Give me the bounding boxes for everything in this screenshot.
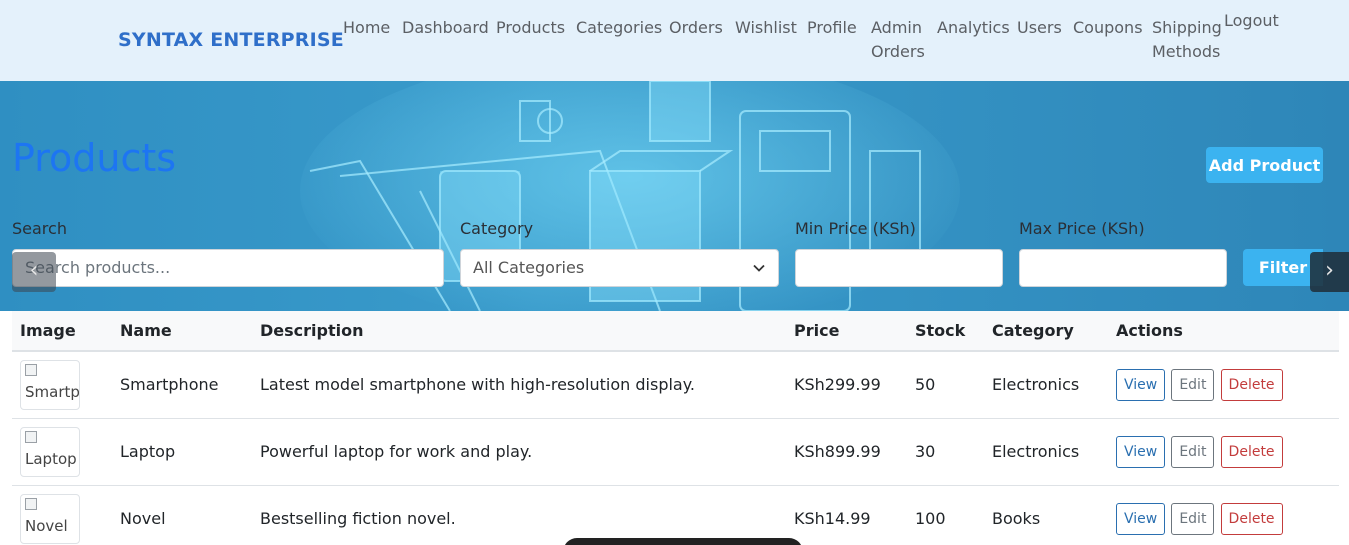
- column-header-stock: Stock: [907, 311, 984, 352]
- nav-admin-orders-line2[interactable]: Orders: [871, 40, 925, 64]
- column-header-description: Description: [252, 311, 786, 352]
- product-actions: View Edit Delete: [1108, 418, 1339, 486]
- category-select[interactable]: All Categories: [460, 249, 779, 287]
- nav-shipping-methods-line1[interactable]: Shipping: [1152, 16, 1222, 40]
- max-price-input[interactable]: [1019, 249, 1227, 287]
- nav-admin-orders-line1[interactable]: Admin: [871, 16, 922, 40]
- broken-image-icon: [25, 497, 37, 510]
- product-price: KSh899.99: [786, 418, 907, 486]
- navbar: SYNTAX ENTERPRISE Home Dashboard Product…: [0, 0, 1349, 81]
- category-label: Category: [460, 219, 534, 238]
- nav-wishlist[interactable]: Wishlist: [735, 16, 797, 40]
- column-header-actions: Actions: [1108, 311, 1339, 352]
- nav-logout[interactable]: Logout: [1224, 9, 1279, 33]
- nav-orders[interactable]: Orders: [669, 16, 723, 40]
- chevron-down-icon: [753, 264, 765, 272]
- product-image: Laptop: [20, 426, 80, 477]
- column-header-image: Image: [12, 311, 112, 352]
- hero-banner: Products Add Product Search Category Min…: [0, 81, 1349, 311]
- nav-products[interactable]: Products: [496, 16, 565, 40]
- nav-profile[interactable]: Profile: [807, 16, 857, 40]
- nav-coupons[interactable]: Coupons: [1073, 16, 1143, 40]
- products-table: Image Name Description Price Stock Categ…: [12, 311, 1339, 545]
- product-name: Smartphone: [112, 351, 252, 419]
- min-price-input[interactable]: [795, 249, 1003, 287]
- product-actions: View Edit Delete: [1108, 485, 1339, 545]
- product-image: Smartphone: [20, 359, 80, 410]
- delete-button[interactable]: Delete: [1220, 435, 1283, 468]
- edit-button[interactable]: Edit: [1171, 502, 1215, 535]
- products-table-container: Image Name Description Price Stock Categ…: [12, 311, 1339, 545]
- max-price-label: Max Price (KSh): [1019, 219, 1145, 238]
- product-name: Novel: [112, 485, 252, 545]
- add-product-button[interactable]: Add Product: [1206, 147, 1323, 183]
- nav-shipping-methods-line2[interactable]: Methods: [1152, 40, 1220, 64]
- product-category: Electronics: [984, 351, 1108, 419]
- broken-image-icon: [25, 430, 37, 443]
- floating-bar: [563, 538, 803, 545]
- product-image-alt: Novel: [25, 516, 68, 535]
- table-header-row: Image Name Description Price Stock Categ…: [12, 311, 1339, 352]
- product-name: Laptop: [112, 418, 252, 486]
- nav-home[interactable]: Home: [343, 16, 390, 40]
- product-category: Electronics: [984, 418, 1108, 486]
- product-price: KSh14.99: [786, 485, 907, 545]
- product-image-alt: Smartphone: [25, 382, 80, 401]
- edit-button[interactable]: Edit: [1171, 368, 1215, 401]
- page-title: Products: [12, 136, 177, 180]
- nav-analytics[interactable]: Analytics: [937, 16, 1010, 40]
- product-stock: 50: [907, 351, 984, 419]
- nav-categories[interactable]: Categories: [576, 16, 662, 40]
- product-price: KSh299.99: [786, 351, 907, 419]
- product-image-alt: Laptop: [25, 449, 77, 468]
- product-description: Bestselling fiction novel.: [252, 485, 786, 545]
- product-description: Latest model smartphone with high-resolu…: [252, 351, 786, 419]
- view-button[interactable]: View: [1116, 502, 1166, 535]
- carousel-next-button[interactable]: ›: [1310, 252, 1349, 292]
- column-header-category: Category: [984, 311, 1108, 352]
- min-price-label: Min Price (KSh): [795, 219, 916, 238]
- delete-button[interactable]: Delete: [1220, 502, 1283, 535]
- product-stock: 100: [907, 485, 984, 545]
- table-row: Novel Novel Bestselling fiction novel. K…: [12, 485, 1339, 545]
- nav-dashboard[interactable]: Dashboard: [402, 16, 489, 40]
- column-header-price: Price: [786, 311, 907, 352]
- search-input[interactable]: Search products...: [12, 249, 444, 287]
- table-row: Laptop Laptop Powerful laptop for work a…: [12, 418, 1339, 486]
- search-label: Search: [12, 219, 67, 238]
- carousel-prev-button[interactable]: ‹: [12, 252, 56, 292]
- table-row: Smartphone Smartphone Latest model smart…: [12, 351, 1339, 419]
- view-button[interactable]: View: [1116, 368, 1166, 401]
- product-category: Books: [984, 485, 1108, 545]
- product-actions: View Edit Delete: [1108, 351, 1339, 419]
- category-select-value: All Categories: [473, 258, 585, 277]
- product-stock: 30: [907, 418, 984, 486]
- product-image: Novel: [20, 493, 80, 544]
- edit-button[interactable]: Edit: [1171, 435, 1215, 468]
- broken-image-icon: [25, 363, 37, 376]
- product-description: Powerful laptop for work and play.: [252, 418, 786, 486]
- brand-logo[interactable]: SYNTAX ENTERPRISE: [118, 29, 344, 51]
- column-header-name: Name: [112, 311, 252, 352]
- delete-button[interactable]: Delete: [1220, 368, 1283, 401]
- view-button[interactable]: View: [1116, 435, 1166, 468]
- nav-users[interactable]: Users: [1017, 16, 1062, 40]
